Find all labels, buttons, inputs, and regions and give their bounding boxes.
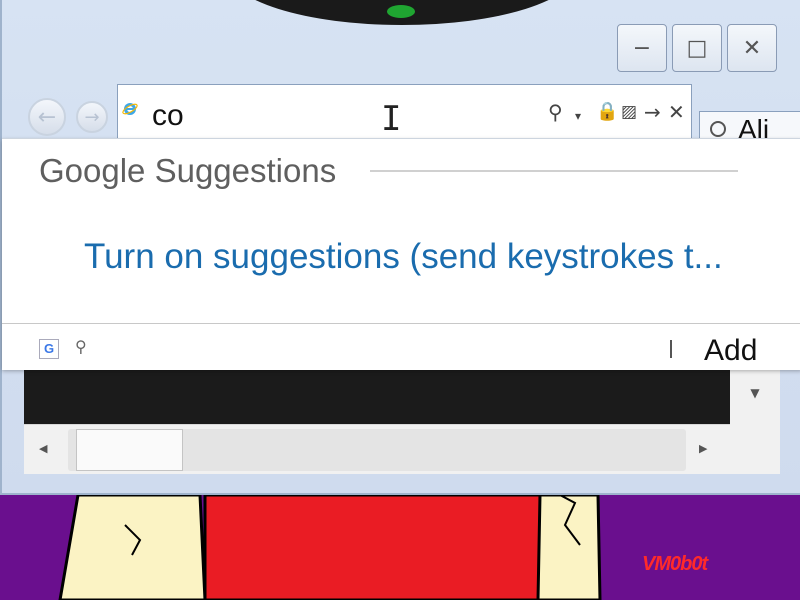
minimize-icon: − <box>632 35 652 61</box>
address-input[interactable]: co <box>152 99 184 133</box>
text-cursor-icon: I <box>381 99 402 139</box>
ie-page-icon <box>122 103 138 115</box>
minimize-button[interactable]: − <box>617 24 667 72</box>
compatibility-icon[interactable]: ▨ <box>621 99 637 125</box>
search-icon[interactable]: ⚲ <box>548 99 563 125</box>
maximize-icon: □ <box>686 35 708 61</box>
forward-arrow-icon: → <box>84 106 100 128</box>
close-icon: ✕ <box>742 35 762 61</box>
scroll-down-icon[interactable]: ▼ <box>730 386 780 406</box>
lock-icon[interactable]: 🔒 <box>596 99 618 125</box>
footer-divider <box>670 340 672 358</box>
maximize-button[interactable]: □ <box>672 24 722 72</box>
webcam-led <box>387 5 415 18</box>
suggestions-dropdown: Google Suggestions Turn on suggestions (… <box>2 138 800 370</box>
google-icon[interactable]: G <box>39 339 59 359</box>
suggestions-title: Google Suggestions <box>39 152 337 189</box>
add-button[interactable]: Add <box>704 334 757 368</box>
back-button[interactable]: ← <box>28 98 66 136</box>
close-button[interactable]: ✕ <box>727 24 777 72</box>
horizontal-scrollbar[interactable]: ◀ ▶ <box>24 424 730 474</box>
back-arrow-icon: ← <box>37 104 57 130</box>
turn-on-suggestions-link[interactable]: Turn on suggestions (send keystrokes t..… <box>84 237 723 277</box>
scrollbar-corner <box>730 424 780 474</box>
go-arrow-icon[interactable]: → <box>644 99 661 125</box>
dropdown-arrow-icon[interactable]: ▾ <box>575 103 581 129</box>
title-divider <box>370 170 738 172</box>
scroll-right-icon[interactable]: ▶ <box>699 442 707 455</box>
vertical-scrollbar[interactable]: ▼ <box>730 368 780 424</box>
desktop-background: VM0b0t <box>0 495 800 600</box>
search-provider-icon[interactable]: ⚲ <box>75 337 87 356</box>
browser-window: − □ ✕ ← → co I ⚲ ▾ 🔒 ▨ → ✕ Ali ▼ ◀ ▶ Goo… <box>0 0 800 495</box>
webcam-overlay <box>227 0 577 25</box>
scroll-left-icon[interactable]: ◀ <box>39 442 47 455</box>
watermark-text: VM0b0t <box>642 553 708 575</box>
address-bar[interactable]: co I ⚲ ▾ 🔒 ▨ → ✕ <box>117 84 692 144</box>
tab-loading-icon <box>710 121 726 137</box>
scroll-thumb[interactable] <box>76 429 183 471</box>
stop-icon[interactable]: ✕ <box>668 99 685 125</box>
dropdown-footer: G ⚲ Add <box>2 323 800 370</box>
page-content <box>24 368 730 424</box>
desktop-wallpaper-art <box>0 495 800 600</box>
forward-button[interactable]: → <box>76 101 108 133</box>
